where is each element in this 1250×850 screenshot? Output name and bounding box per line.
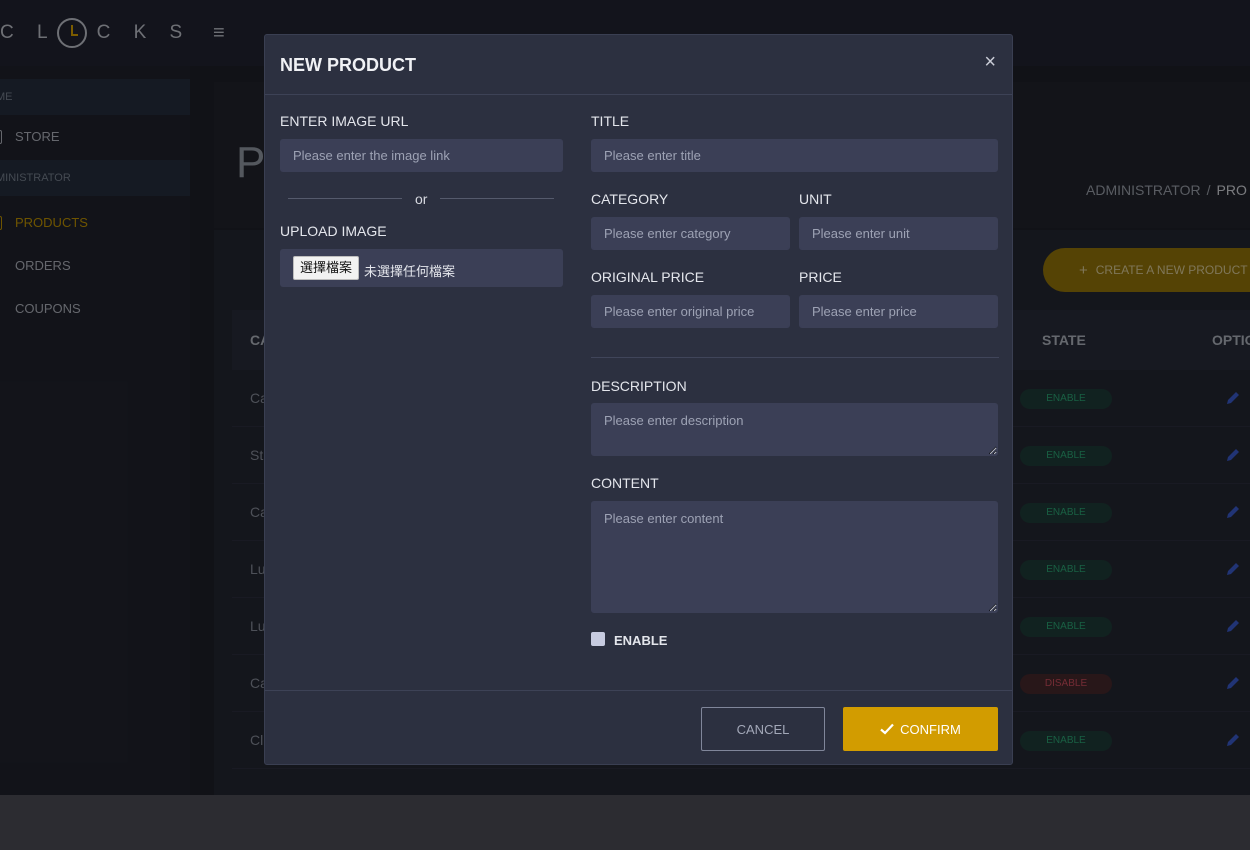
upload-image-label: UPLOAD IMAGE: [280, 223, 387, 239]
enable-checkbox[interactable]: [591, 632, 605, 646]
category-label: CATEGORY: [591, 191, 669, 207]
modal-header: NEW PRODUCT ×: [265, 35, 1012, 95]
form-divider: [591, 357, 999, 358]
or-text: or: [415, 191, 428, 207]
new-product-modal: NEW PRODUCT × ENTER IMAGE URL or UPLOAD …: [264, 34, 1013, 765]
original-price-label: ORIGINAL PRICE: [591, 269, 705, 285]
price-label: PRICE: [799, 269, 842, 285]
modal-footer: CANCEL CONFIRM: [265, 690, 1012, 764]
unit-label: UNIT: [799, 191, 832, 207]
description-label: DESCRIPTION: [591, 378, 687, 394]
or-line-right: [440, 198, 554, 199]
original-price-input[interactable]: [591, 295, 790, 328]
confirm-button-label: CONFIRM: [900, 721, 961, 737]
title-label: TITLE: [591, 113, 630, 129]
confirm-button[interactable]: CONFIRM: [843, 707, 998, 751]
or-divider: or: [288, 188, 554, 208]
content-label: CONTENT: [591, 475, 659, 491]
close-icon[interactable]: ×: [984, 51, 996, 74]
modal-title: NEW PRODUCT: [280, 55, 416, 75]
category-input[interactable]: [591, 217, 790, 250]
description-textarea[interactable]: [591, 403, 998, 456]
content-textarea[interactable]: [591, 501, 998, 613]
image-url-label: ENTER IMAGE URL: [280, 113, 409, 129]
cancel-button-label: CANCEL: [736, 721, 790, 737]
bottom-strip: [0, 795, 1250, 850]
check-icon: [880, 723, 894, 735]
choose-file-button[interactable]: 選擇檔案: [293, 256, 360, 280]
enable-checkbox-label[interactable]: ENABLE: [614, 633, 667, 648]
file-upload-field: 選擇檔案 未選擇任何檔案: [280, 249, 563, 287]
price-input[interactable]: [799, 295, 998, 328]
unit-input[interactable]: [799, 217, 998, 250]
file-status-text: 未選擇任何檔案: [364, 264, 456, 279]
cancel-button[interactable]: CANCEL: [701, 707, 825, 751]
title-input[interactable]: [591, 139, 998, 172]
or-line-left: [288, 198, 402, 199]
image-url-input[interactable]: [280, 139, 563, 172]
